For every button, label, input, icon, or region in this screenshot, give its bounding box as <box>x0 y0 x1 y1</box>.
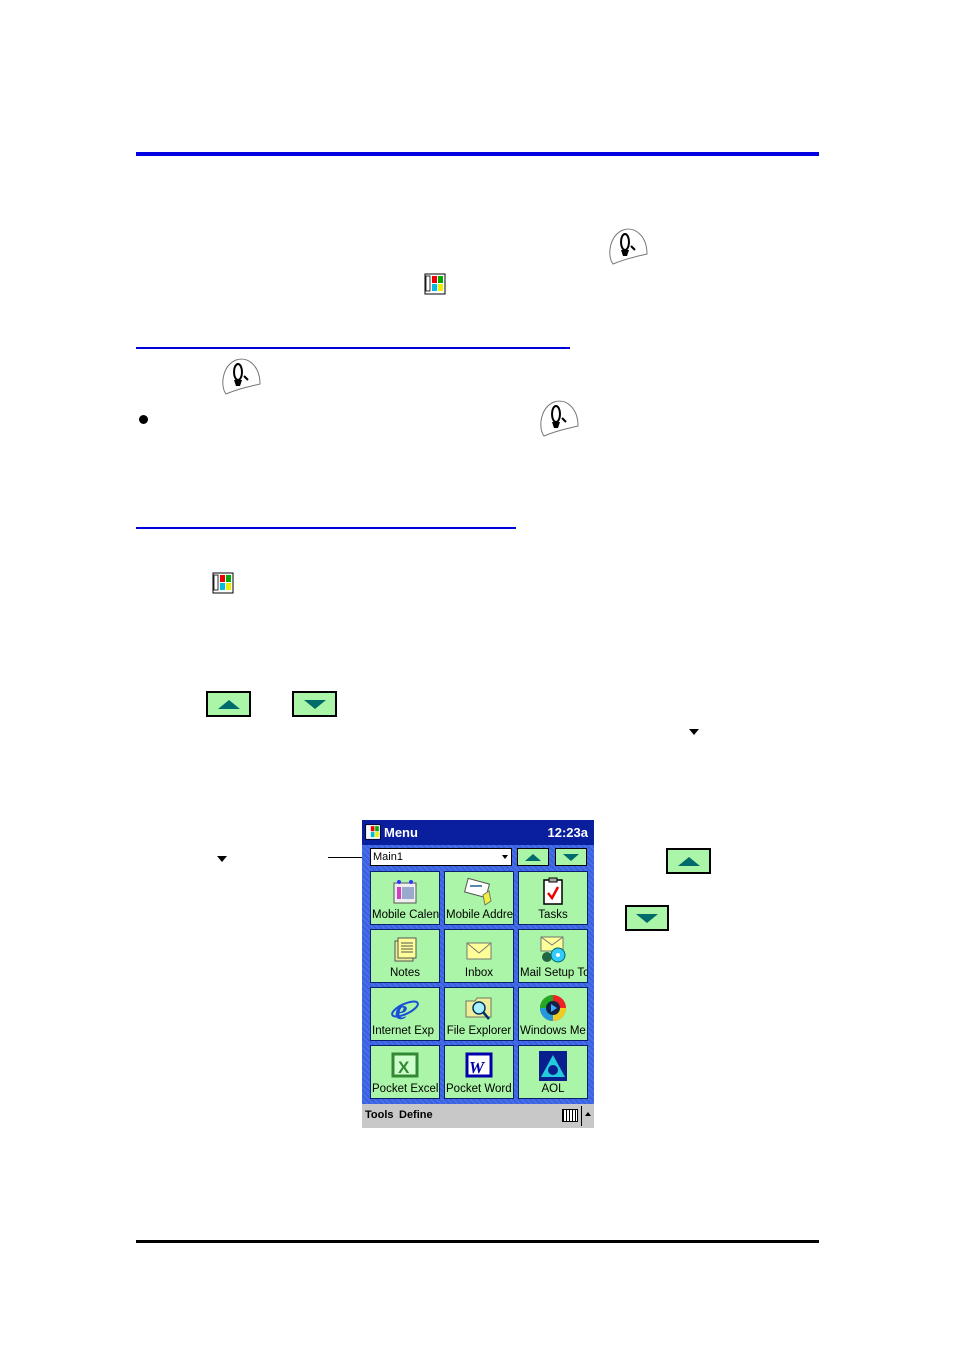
app-tile-tasks[interactable]: Tasks <box>518 871 588 925</box>
section-rule <box>136 527 516 529</box>
app-tile-file-explorer[interactable]: File Explorer <box>444 987 514 1041</box>
app-label: AOL <box>541 1083 565 1095</box>
scroll-down-button[interactable] <box>292 691 337 717</box>
start-flag-icon <box>212 572 234 594</box>
app-grid: Mobile Calend Mobile Addre Tasks Notes I… <box>370 871 588 1099</box>
app-tile-pocket-excel[interactable]: X Pocket Excel <box>370 1045 440 1099</box>
keyboard-icon[interactable] <box>562 1109 578 1122</box>
app-tile-mail-setup[interactable]: Mail Setup To <box>518 929 588 983</box>
internet-explorer-icon: e <box>391 995 419 1023</box>
scroll-up-button[interactable] <box>666 848 711 874</box>
svg-text:W: W <box>469 1058 486 1077</box>
rocket-launch-icon <box>540 400 579 437</box>
app-label: File Explorer <box>446 1025 512 1037</box>
pda-screen: Menu 12:23a Main1 Mobile Calend Mobile A… <box>362 820 594 1128</box>
pda-clock[interactable]: 12:23a <box>548 825 588 840</box>
arrow-up-icon <box>677 856 700 866</box>
category-combo-value: Main1 <box>373 851 403 863</box>
app-tile-windows-media[interactable]: Windows Me <box>518 987 588 1041</box>
app-label: Windows Me <box>520 1025 586 1037</box>
header-rule <box>136 152 819 156</box>
app-tile-mobile-calendar[interactable]: Mobile Calend <box>370 871 440 925</box>
notes-icon <box>394 937 417 962</box>
app-label: Inbox <box>464 967 494 979</box>
app-label: Pocket Word <box>446 1083 512 1095</box>
app-tile-pocket-word[interactable]: W Pocket Word <box>444 1045 514 1099</box>
app-tile-aol[interactable]: AOL <box>518 1045 588 1099</box>
file-explorer-icon <box>465 997 492 1020</box>
category-combo[interactable]: Main1 <box>370 848 512 866</box>
envelope-icon <box>466 942 492 960</box>
rocket-launch-icon <box>609 228 648 265</box>
app-label: Tasks <box>538 909 568 921</box>
dropdown-arrow-icon <box>217 856 227 862</box>
app-label: Notes <box>389 967 421 979</box>
start-flag-icon <box>424 273 446 295</box>
scroll-down-button[interactable] <box>625 905 669 931</box>
scroll-up-button[interactable] <box>206 691 251 717</box>
dropdown-arrow-icon <box>689 729 699 735</box>
app-label: Mail Setup To <box>520 967 588 979</box>
address-card-icon <box>463 877 492 906</box>
arrow-up-icon <box>525 853 541 861</box>
define-menu[interactable]: Define <box>399 1109 433 1121</box>
app-label: Mobile Calend <box>372 909 440 921</box>
footer-rule <box>136 1240 819 1243</box>
app-tile-internet-explorer[interactable]: e Internet Exp <box>370 987 440 1041</box>
pda-scroll-up-button[interactable] <box>517 848 549 866</box>
arrow-down-icon <box>303 699 326 709</box>
app-label: Internet Exp <box>372 1025 435 1037</box>
svg-text:X: X <box>398 1058 410 1077</box>
rocket-launch-icon <box>222 358 261 395</box>
excel-icon: X <box>391 1052 419 1078</box>
input-panel-arrow-icon[interactable] <box>585 1112 591 1116</box>
divider <box>581 1106 582 1126</box>
app-tile-notes[interactable]: Notes <box>370 929 440 983</box>
arrow-down-icon <box>563 853 579 861</box>
app-label: Pocket Excel <box>372 1083 439 1095</box>
mail-setup-icon <box>540 936 566 963</box>
pda-title-bar: Menu 12:23a <box>362 820 594 845</box>
windows-media-icon <box>540 995 566 1021</box>
arrow-down-icon <box>636 913 658 923</box>
tasks-clipboard-icon <box>543 877 563 905</box>
app-label: Mobile Addre <box>446 909 514 921</box>
chevron-down-icon <box>502 855 508 859</box>
tools-menu[interactable]: Tools <box>365 1109 394 1121</box>
pda-scroll-down-button[interactable] <box>555 848 587 866</box>
app-tile-inbox[interactable]: Inbox <box>444 929 514 983</box>
aol-icon <box>539 1051 567 1081</box>
pda-title: Menu <box>384 825 418 840</box>
section-rule <box>136 347 570 349</box>
app-tile-mobile-address[interactable]: Mobile Addre <box>444 871 514 925</box>
pda-menu-bar: Tools Define <box>362 1104 594 1128</box>
arrow-up-icon <box>217 699 240 709</box>
bullet <box>139 415 148 424</box>
calendar-icon <box>393 880 417 904</box>
start-flag-icon[interactable] <box>365 824 381 840</box>
word-icon: W <box>465 1052 493 1078</box>
